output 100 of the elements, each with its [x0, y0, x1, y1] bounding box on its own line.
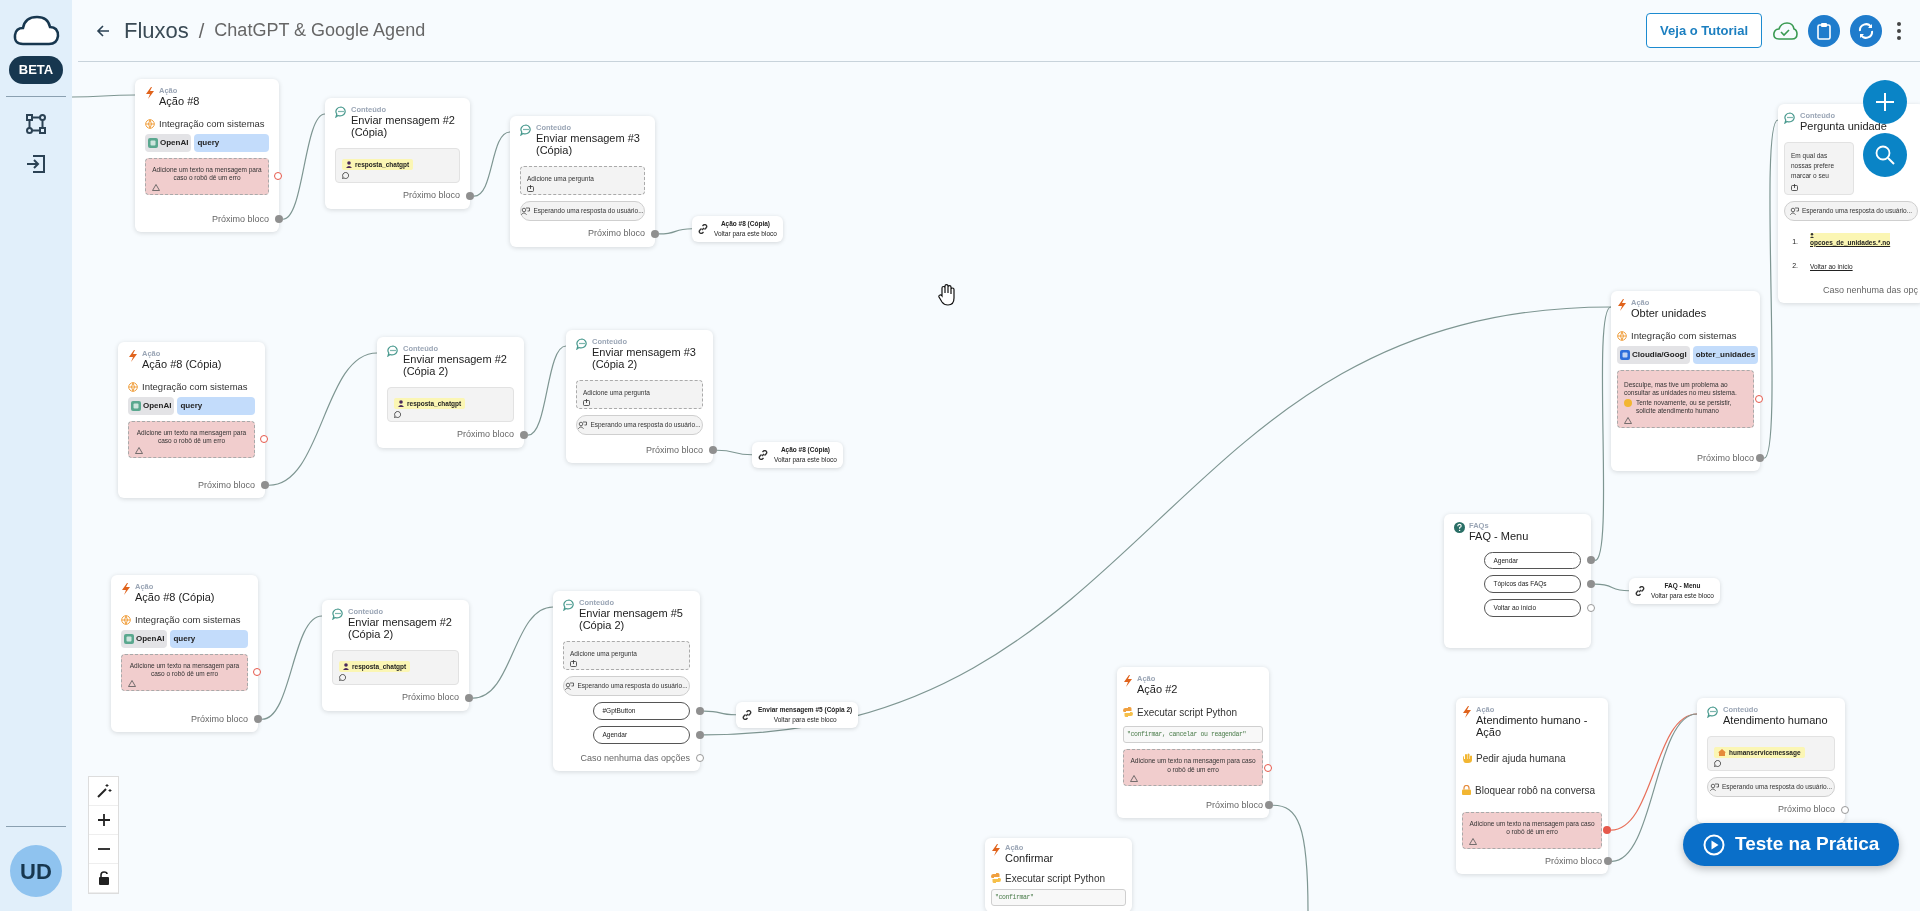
user-reply-icon [578, 421, 588, 430]
lightning-icon [1462, 706, 1472, 718]
output-port[interactable] [709, 446, 717, 455]
output-port[interactable] [1265, 801, 1273, 810]
python-icon [1123, 707, 1133, 718]
flow-title: ChatGPT & Google Agend [214, 19, 426, 42]
speech-icon [1714, 760, 1721, 768]
block-title: Enviar mensagem #2 (Cópia 2) [348, 615, 453, 640]
next-block-label: Próximo bloco [1205, 798, 1263, 812]
output-port[interactable] [466, 192, 474, 201]
output-port[interactable] [696, 730, 704, 739]
warning-icon [1469, 837, 1477, 845]
connector-line [72, 94, 136, 98]
clipboard-button[interactable] [1808, 14, 1840, 47]
more-icon [1896, 20, 1902, 41]
user-avatar[interactable]: UD [10, 845, 62, 897]
output-port[interactable] [1587, 603, 1595, 612]
person-icon [346, 161, 352, 169]
next-block-label: Caso nenhuma das opç [1822, 283, 1918, 297]
block-title: Enviar mensagem #2 (Cópia) [351, 113, 456, 138]
output-port[interactable] [275, 215, 283, 224]
output-port[interactable] [520, 431, 528, 440]
error-port[interactable] [253, 668, 261, 677]
output-port[interactable] [1587, 580, 1595, 589]
warning-icon [135, 446, 143, 454]
error-port[interactable] [260, 435, 268, 444]
globe-icon [121, 614, 131, 625]
error-port[interactable] [274, 172, 282, 181]
integration-label: Integração com sistemas [142, 379, 248, 394]
tutorial-button[interactable]: Veja o Tutorial [1646, 12, 1762, 49]
enter-icon [25, 152, 47, 175]
input-icon [527, 185, 534, 193]
chat-bubble-icon [387, 345, 399, 357]
chat-bubble-icon [335, 106, 347, 118]
method-chip: query [177, 396, 255, 415]
service-name: OpenAI [143, 399, 172, 412]
play-icon [1703, 833, 1725, 856]
sync-icon [1857, 21, 1875, 40]
plus-icon [1875, 92, 1895, 112]
block-title: Confirmar [1005, 851, 1054, 864]
clipboard-icon [1816, 21, 1832, 40]
user-reply-icon [1789, 206, 1799, 215]
plus-icon [95, 812, 112, 828]
chat-bubble-icon [520, 124, 532, 136]
person-icon [1810, 232, 1814, 238]
next-block-label: Próximo bloco [456, 428, 514, 442]
block-title: Pergunta unidade [1800, 119, 1887, 132]
error-port[interactable] [1755, 394, 1763, 403]
output-port[interactable] [1604, 857, 1612, 866]
output-port[interactable] [1841, 805, 1849, 814]
block-title: Enviar mensagem #3 (Cópia 2) [592, 345, 697, 370]
globe-icon [1617, 330, 1627, 341]
back-arrow-icon [96, 23, 110, 38]
input-icon [570, 660, 577, 668]
block-title: Ação #8 (Cópia) [142, 357, 222, 370]
service-name: OpenAI [136, 632, 165, 645]
next-block-label: Caso nenhuma das opções [580, 751, 690, 765]
next-block-label: Próximo bloco [1544, 854, 1602, 868]
integration-label: Integração com sistemas [135, 612, 241, 627]
method-chip: obter_unidades [1692, 345, 1759, 364]
chat-bubble-icon [1707, 706, 1719, 718]
sync-button[interactable] [1850, 14, 1882, 47]
output-port[interactable] [261, 481, 269, 490]
error-port[interactable] [1603, 826, 1611, 835]
output-port[interactable] [465, 694, 473, 703]
person-icon [398, 400, 404, 408]
next-block-label: Próximo bloco [211, 212, 269, 226]
integration-label: Integração com sistemas [1631, 328, 1737, 343]
block-title: FAQ - Menu [1469, 529, 1529, 542]
block-title: Obter unidades [1631, 306, 1707, 319]
next-block-label: Próximo bloco [1696, 451, 1754, 465]
action-label: Pedir ajuda humana [1476, 751, 1566, 766]
service-name: Cloudia/Googl [1632, 348, 1687, 361]
link-icon [758, 449, 768, 460]
integration-label: Integração com sistemas [159, 116, 265, 131]
output-port[interactable] [696, 754, 704, 763]
lock-icon [1462, 785, 1471, 796]
chat-bubble-icon [332, 608, 344, 620]
connector-line [658, 228, 693, 235]
link-icon [698, 223, 708, 234]
beta-badge: BETA [8, 56, 64, 84]
test-button[interactable]: Teste na Prática [1683, 823, 1900, 866]
add-button[interactable] [1863, 80, 1907, 124]
output-port[interactable] [254, 715, 262, 724]
breadcrumb-link[interactable]: Fluxos [124, 14, 189, 47]
output-port[interactable] [696, 707, 704, 716]
next-block-label: Próximo bloco [401, 691, 459, 705]
output-port[interactable] [651, 229, 659, 238]
output-port[interactable] [1587, 556, 1595, 565]
python-icon [991, 873, 1001, 884]
person-icon [343, 663, 349, 671]
output-port[interactable] [1756, 454, 1764, 463]
action-label: Bloquear robô na conversa [1475, 783, 1596, 798]
block-title: Enviar mensagem #3 (Cópia) [536, 131, 641, 156]
next-block-label: Próximo bloco [645, 443, 703, 457]
speech-icon [339, 674, 346, 682]
error-port[interactable] [1264, 763, 1272, 772]
hand-cursor-icon [938, 284, 958, 306]
cloud-check-icon [1772, 20, 1798, 41]
service-name: OpenAI [160, 136, 189, 149]
